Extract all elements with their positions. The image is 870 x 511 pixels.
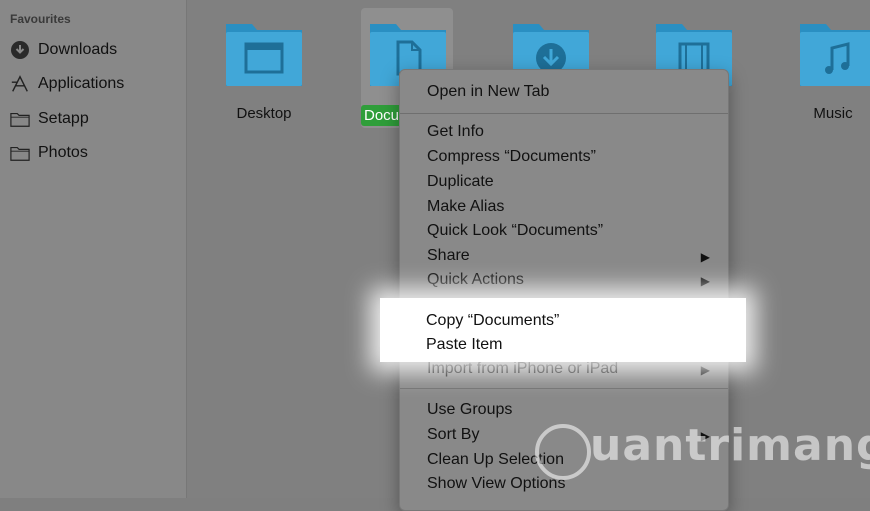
sidebar-heading: Favourites [10,12,71,26]
sidebar-item-label: Photos [38,144,88,161]
menu-separator [400,113,728,114]
applications-icon [10,74,30,94]
menu-item-paste-item[interactable]: Paste Item [426,336,502,354]
submenu-arrow-icon: ▶ [700,250,710,264]
menu-item-use-groups[interactable]: Use Groups [427,401,512,419]
submenu-arrow-icon: ▶ [700,274,710,288]
folder-label: Desktop [236,105,292,122]
download-circle-icon [10,40,30,60]
music-folder-icon [800,24,870,86]
menu-item-sort-by[interactable]: Sort By [427,426,479,444]
desktop-folder-icon [226,24,302,86]
folder-icon [10,143,30,163]
folder-desktop[interactable] [224,18,304,88]
menu-item-copy-documents[interactable]: Copy “Documents” [426,312,559,330]
sidebar-item-photos[interactable]: Photos [10,141,88,165]
menu-separator [400,388,728,389]
folder-icon [10,109,30,129]
watermark: uantrimang [590,420,870,471]
sidebar-item-setapp[interactable]: Setapp [10,107,89,131]
menu-item-import-from-iphone[interactable]: Import from iPhone or iPad [427,360,618,378]
menu-item-make-alias[interactable]: Make Alias [427,198,504,216]
folder-music[interactable] [798,18,870,88]
sidebar-item-label: Applications [38,75,125,92]
sidebar-item-downloads[interactable]: Downloads [10,38,117,62]
menu-item-compress[interactable]: Compress “Documents” [427,148,596,166]
submenu-arrow-icon: ▶ [700,363,710,377]
menu-item-quick-look[interactable]: Quick Look “Documents” [427,222,603,240]
sidebar-item-label: Downloads [38,41,118,58]
menu-item-get-info[interactable]: Get Info [427,123,484,141]
menu-item-show-view-options[interactable]: Show View Options [427,475,565,493]
menu-item-share[interactable]: Share [427,247,470,265]
sidebar-item-label: Setapp [38,110,89,127]
menu-item-duplicate[interactable]: Duplicate [427,173,494,191]
sidebar: Favourites Downloads Applications Setapp… [0,0,187,498]
menu-item-quick-actions[interactable]: Quick Actions [427,271,524,289]
watermark-logo-icon [535,424,591,480]
menu-item-open-in-new-tab[interactable]: Open in New Tab [427,83,549,101]
folder-label: Music [813,105,853,122]
highlight-callout: Copy “Documents” Paste Item [380,298,746,362]
sidebar-item-applications[interactable]: Applications [10,72,124,96]
